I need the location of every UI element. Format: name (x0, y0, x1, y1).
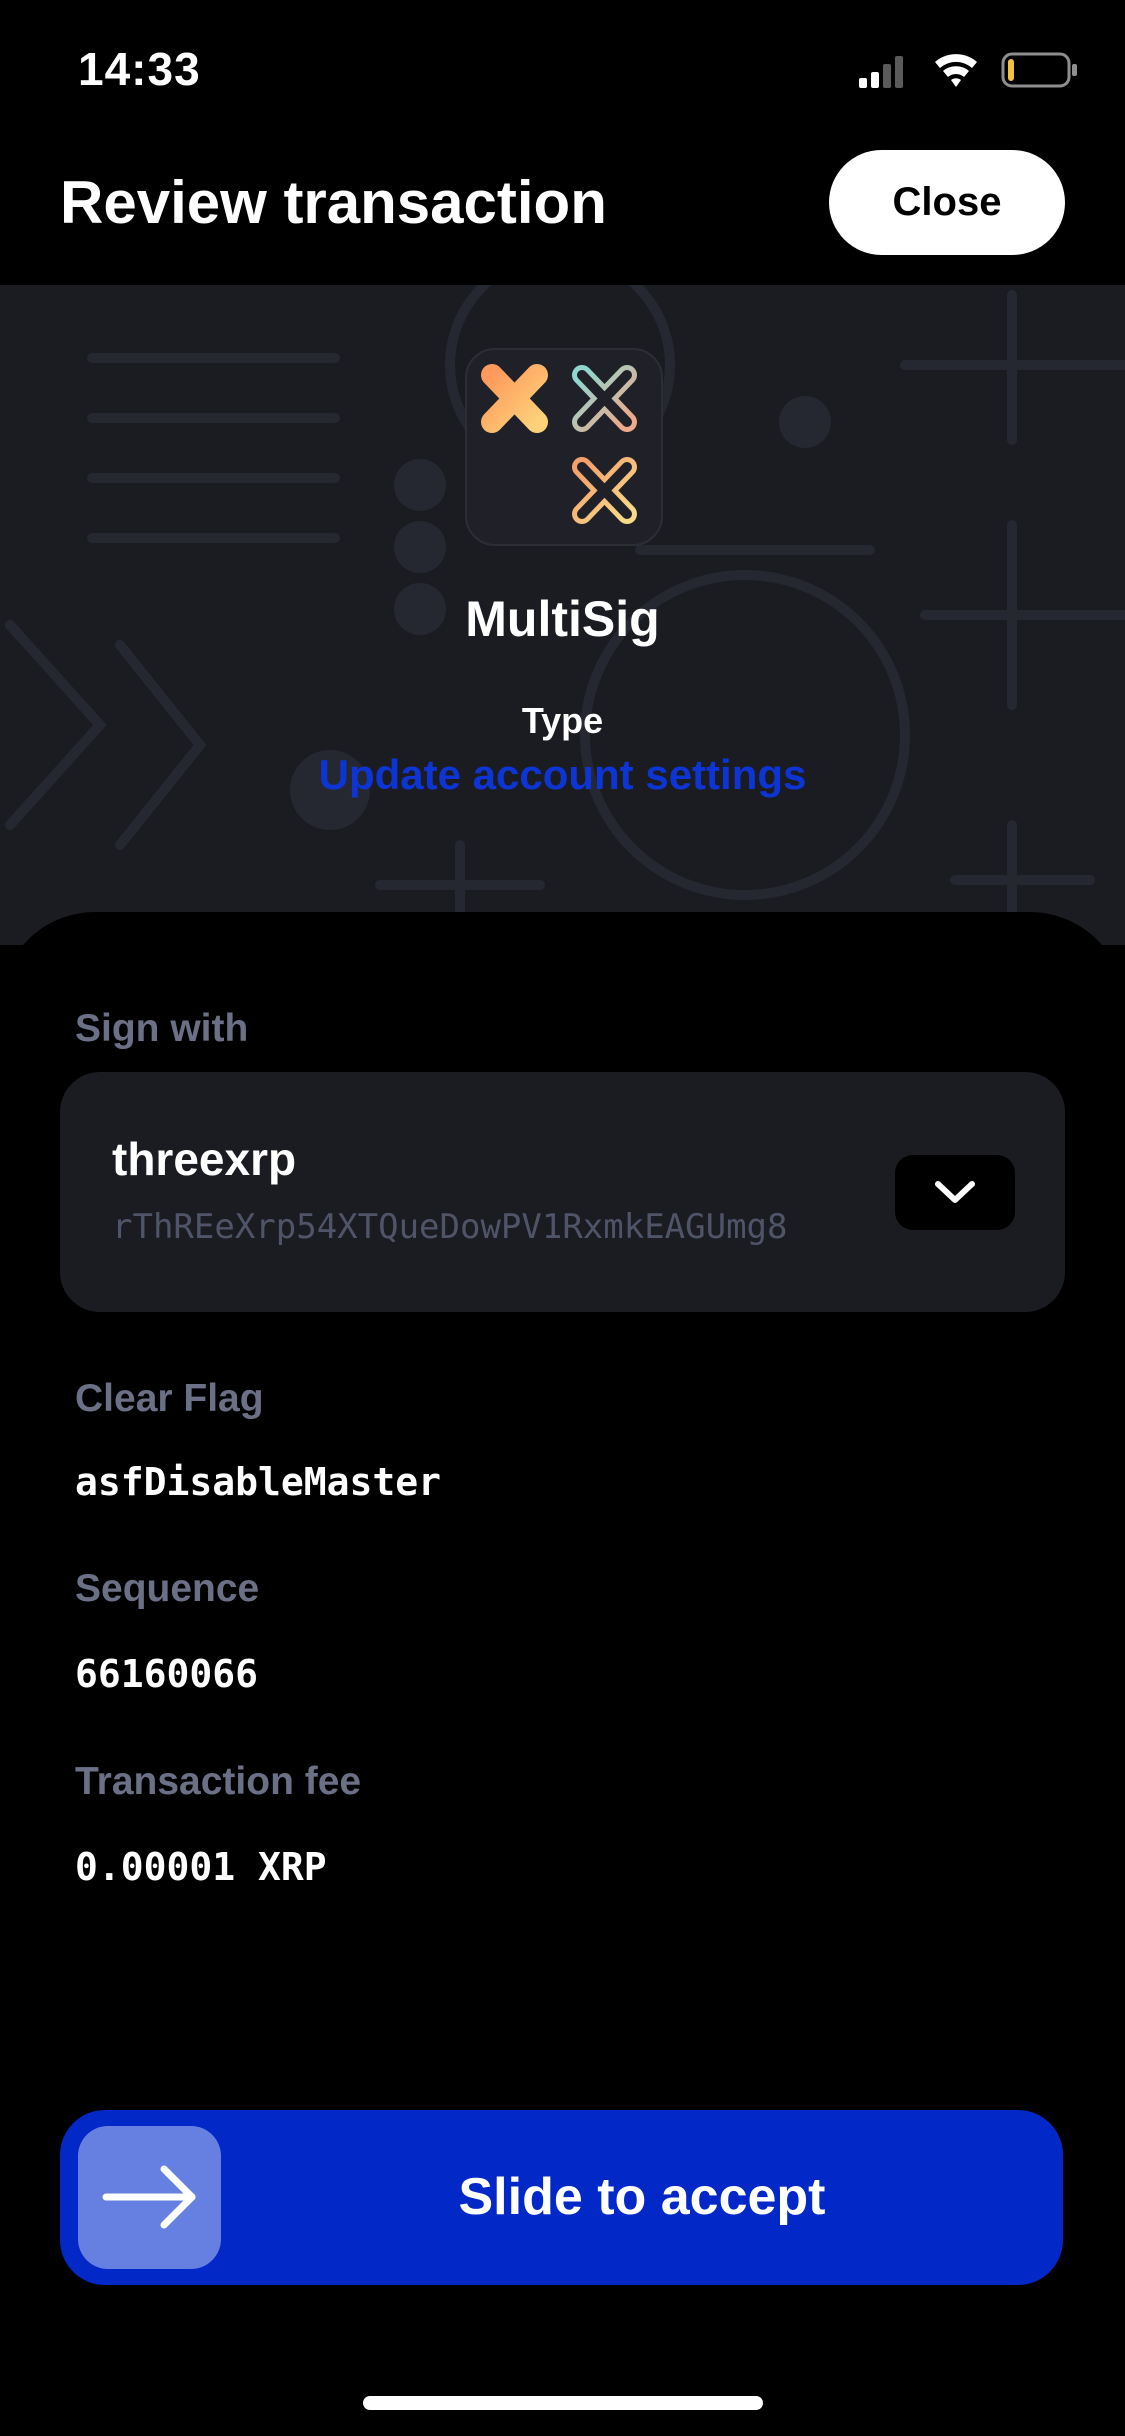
page-title: Review transaction (60, 169, 607, 236)
type-value: Update account settings (318, 751, 807, 798)
header: Review transaction Close (0, 140, 1125, 285)
clear-flag-value: asfDisableMaster (75, 1460, 442, 1504)
home-indicator (363, 2396, 763, 2410)
clear-flag-label: Clear Flag (75, 1377, 264, 1420)
app-name: MultiSig (465, 591, 660, 647)
sign-with-label: Sign with (75, 1007, 249, 1050)
slider-label: Slide to accept (458, 2168, 826, 2226)
cellular-signal-icon (859, 56, 903, 88)
multisig-app-icon (465, 348, 663, 546)
type-label: Type (521, 700, 604, 741)
sequence-value: 66160066 (75, 1652, 259, 1696)
arrow-right-icon (102, 2165, 196, 2229)
transaction-fee-value: 0.00001 XRP (75, 1845, 327, 1889)
chevron-down-icon (935, 1181, 975, 1203)
multisig-x-logo-icon (481, 364, 637, 524)
close-button[interactable]: Close (829, 150, 1065, 255)
battery-icon (1001, 52, 1077, 88)
account-selector[interactable]: threexrp rThREeXrp54XTQueDowPV1RxmkEAGUm… (60, 1072, 1065, 1312)
slide-to-accept[interactable]: Slide to accept (60, 2110, 1063, 2285)
status-time: 14:33 (78, 43, 201, 95)
account-dropdown-button[interactable] (895, 1155, 1015, 1230)
slider-handle[interactable] (78, 2126, 221, 2269)
transaction-fee-label: Transaction fee (75, 1760, 362, 1803)
transaction-hero: MultiSig Type Update account settings (0, 285, 1125, 945)
status-icons (859, 52, 1077, 88)
account-address: rThREeXrp54XTQueDowPV1RxmkEAGUmg8 (112, 1207, 788, 1247)
sequence-label: Sequence (75, 1567, 260, 1610)
status-bar: 14:33 (0, 0, 1125, 140)
account-name: threexrp (112, 1133, 297, 1185)
wifi-icon (935, 54, 977, 87)
